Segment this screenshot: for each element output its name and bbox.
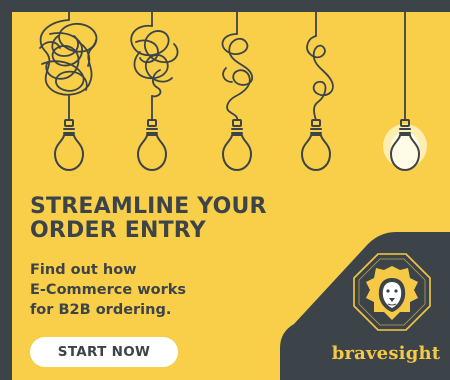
headline-line-1: STREAMLINE YOUR bbox=[30, 194, 267, 219]
light-bulb-icon bbox=[301, 119, 331, 171]
tangled-bulbs-illustration bbox=[39, 12, 427, 171]
wire-tangled-2 bbox=[130, 12, 179, 121]
subtext-line-2: E-Commerce works bbox=[30, 282, 186, 298]
start-now-button[interactable]: START NOW bbox=[30, 337, 178, 367]
subtext-line-1: Find out how bbox=[30, 262, 137, 278]
brand-logo-text[interactable]: bravesight bbox=[326, 343, 446, 364]
ad-frame: STREAMLINE YOUR ORDER ENTRY Find out how… bbox=[0, 0, 450, 380]
light-bulb-icon bbox=[54, 119, 84, 171]
wire-loops-4 bbox=[306, 12, 334, 121]
wire-tangled-1 bbox=[39, 12, 98, 121]
subtext: Find out how E-Commerce works for B2B or… bbox=[30, 260, 260, 320]
subtext-line-3: for B2B ordering. bbox=[30, 302, 172, 318]
banner-ad[interactable]: STREAMLINE YOUR ORDER ENTRY Find out how… bbox=[12, 12, 450, 380]
wire-loops-3 bbox=[221, 12, 253, 121]
light-bulb-icon bbox=[137, 119, 167, 171]
light-bulb-icon bbox=[222, 119, 252, 171]
